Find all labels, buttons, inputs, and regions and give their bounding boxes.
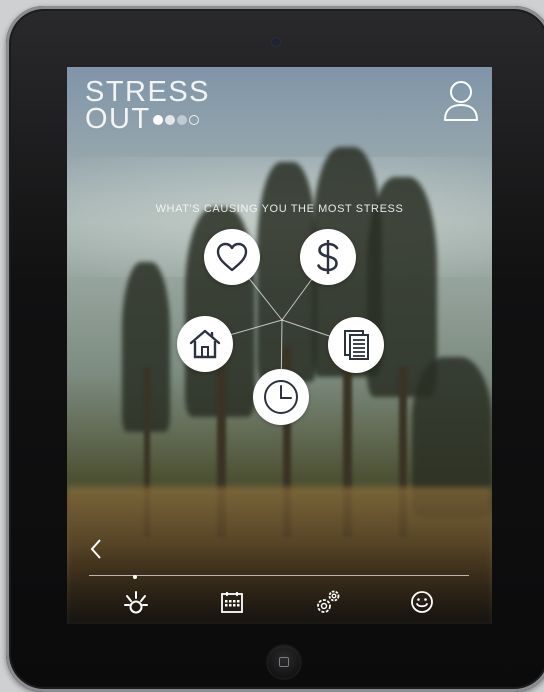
document-icon	[344, 330, 369, 360]
tab-stress[interactable]	[121, 587, 151, 617]
money-option[interactable]	[300, 229, 356, 285]
stress-burst-icon	[124, 591, 148, 614]
tab-bar-divider	[89, 575, 469, 576]
work-option[interactable]	[328, 317, 384, 373]
clock-icon	[264, 380, 298, 414]
tab-calendar[interactable]	[217, 587, 247, 617]
time-option[interactable]	[253, 369, 309, 425]
heart-icon	[216, 242, 248, 272]
selected-tab-indicator	[133, 575, 137, 579]
home-option[interactable]	[177, 316, 233, 372]
smiley-icon	[411, 591, 433, 613]
connector-lines	[204, 256, 357, 398]
chevron-left-icon[interactable]	[89, 537, 103, 561]
tab-mood[interactable]	[407, 587, 437, 617]
front-camera	[272, 38, 280, 46]
dollar-icon	[317, 240, 339, 274]
calendar-icon	[221, 592, 243, 613]
relationships-option[interactable]	[204, 229, 260, 285]
app-screen: STRESS OUT WHAT'S CAUSING YOU THE MOST S…	[67, 67, 492, 624]
home-button[interactable]	[268, 646, 300, 678]
tab-settings[interactable]	[313, 587, 343, 617]
gears-icon	[317, 590, 340, 613]
house-icon	[189, 329, 221, 359]
